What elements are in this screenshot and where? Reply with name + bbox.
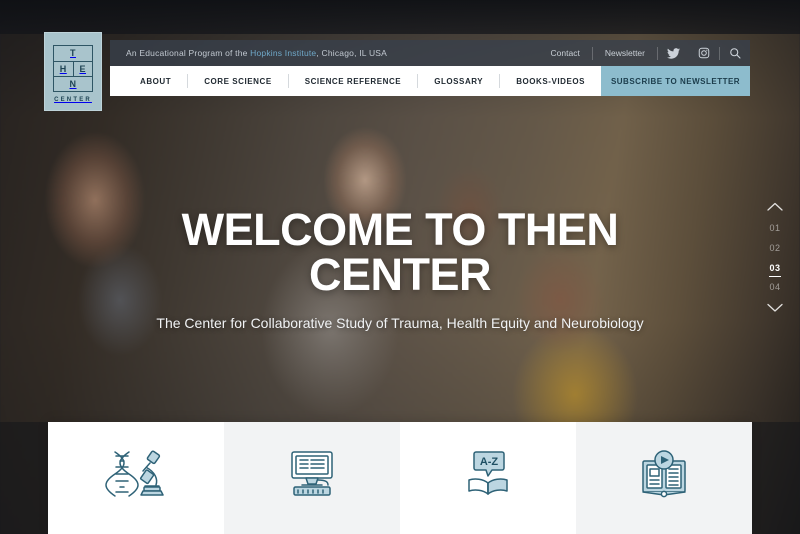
tagline-after: , Chicago, IL USA <box>316 48 388 58</box>
slide-indicator-03[interactable]: 03 <box>769 258 781 277</box>
slider-pagination: 01 02 03 04 <box>760 196 790 319</box>
computer-monitor-icon <box>284 449 340 499</box>
logo-row-top: T <box>54 46 92 61</box>
nav-item-about[interactable]: ABOUT <box>124 77 187 86</box>
nav-item-books-videos[interactable]: BOOKS-VIDEOS <box>500 77 601 86</box>
slide-indicator-02[interactable]: 02 <box>769 238 780 258</box>
a-z-glossary-book-icon: A-Z <box>459 449 517 499</box>
feature-card-books-videos[interactable] <box>576 422 752 534</box>
bottom-right-overlay <box>752 422 800 534</box>
logo-letter-t: T <box>70 48 76 58</box>
logo-letter-n: N <box>69 78 77 89</box>
twitter-icon[interactable] <box>658 47 689 59</box>
logo-row-middle: H E <box>54 60 93 76</box>
logo-word-center: CENTER <box>54 96 92 103</box>
feature-card-row: A-Z <box>48 422 752 534</box>
topbar-link-newsletter[interactable]: Newsletter <box>593 48 657 58</box>
nav-item-core-science[interactable]: CORE SCIENCE <box>188 77 288 86</box>
topbar-link-contact[interactable]: Contact <box>539 48 592 58</box>
feature-card-science-reference[interactable] <box>224 422 400 534</box>
hero-subtitle: The Center for Collaborative Study of Tr… <box>156 315 644 332</box>
hero-title: WELCOME TO THEN CENTER <box>181 204 619 300</box>
tagline: An Educational Program of the Hopkins In… <box>126 48 387 58</box>
svg-text:A-Z: A-Z <box>480 456 499 468</box>
subscribe-to-newsletter-button[interactable]: SUBSCRIBE TO NEWSLETTER <box>601 66 750 96</box>
homepage: T H E N CENTER An Educational Program of… <box>0 0 800 534</box>
top-utility-bar: An Educational Program of the Hopkins In… <box>110 40 750 66</box>
nav-item-science-reference[interactable]: SCIENCE REFERENCE <box>289 77 417 86</box>
slide-indicator-04[interactable]: 04 <box>769 277 780 297</box>
search-icon[interactable] <box>720 47 750 59</box>
instagram-icon[interactable] <box>689 47 719 59</box>
bottom-left-overlay <box>0 422 48 534</box>
chevron-down-icon[interactable] <box>767 297 783 319</box>
logo-letter-grid: T H E N <box>53 44 93 92</box>
nav-item-glossary[interactable]: GLOSSARY <box>418 77 499 86</box>
top-overlay-strip <box>0 0 800 34</box>
book-video-play-icon <box>636 448 692 500</box>
main-nav-items: ABOUT CORE SCIENCE SCIENCE REFERENCE GLO… <box>110 66 602 96</box>
dna-microscope-icon <box>105 449 167 499</box>
logo-letter-h: H <box>59 63 67 74</box>
logo-letter-e: E <box>72 61 93 76</box>
chevron-up-icon[interactable] <box>767 196 783 218</box>
slide-indicator-01[interactable]: 01 <box>769 218 780 238</box>
tagline-before: An Educational Program of the <box>126 48 251 58</box>
main-navigation: ABOUT CORE SCIENCE SCIENCE REFERENCE GLO… <box>110 66 750 96</box>
top-utility-right: Contact Newsletter <box>539 40 750 66</box>
site-logo[interactable]: T H E N CENTER <box>44 32 102 111</box>
hero-text-block: WELCOME TO THEN CENTER The Center for Co… <box>0 204 800 334</box>
tagline-institute-link[interactable]: Hopkins Institute <box>250 48 316 58</box>
feature-card-core-science[interactable] <box>48 422 224 534</box>
logo-row-bottom: N <box>54 75 92 91</box>
feature-card-glossary[interactable]: A-Z <box>400 422 576 534</box>
